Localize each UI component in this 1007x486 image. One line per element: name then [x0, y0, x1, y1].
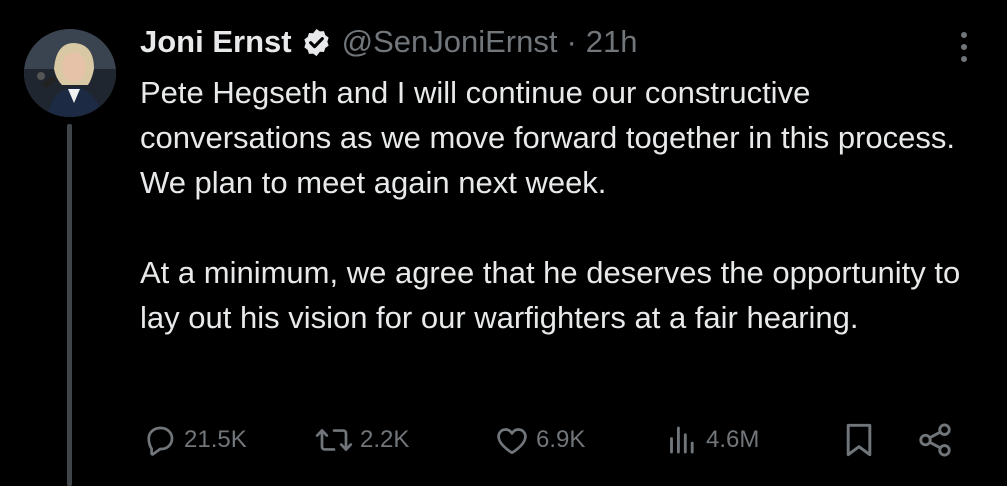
reply-count: 21.5K: [184, 426, 247, 453]
author-name[interactable]: Joni Ernst: [140, 24, 292, 60]
action-bar: 21.5K 2.2K 6.9K 4.6M: [142, 420, 972, 460]
views-icon: [670, 426, 694, 454]
like-button[interactable]: 6.9K: [494, 420, 585, 460]
repost-button[interactable]: 2.2K: [314, 420, 409, 460]
avatar-photo: [24, 29, 116, 117]
tweet-paragraph: Pete Hegseth and I will continue our con…: [140, 75, 955, 200]
like-count: 6.9K: [536, 426, 586, 453]
share-icon: [919, 423, 951, 457]
tweet-header: Joni Ernst @SenJoniErnst · 21h: [140, 18, 638, 66]
bookmark-icon: [846, 423, 872, 457]
avatar[interactable]: [24, 29, 116, 117]
share-button[interactable]: [916, 420, 954, 460]
repost-count: 2.2K: [360, 426, 410, 453]
more-options-icon[interactable]: [953, 30, 975, 64]
verified-badge-icon: [303, 28, 329, 56]
bookmark-button[interactable]: [842, 420, 876, 460]
header-separator: ·: [566, 24, 577, 59]
reply-button[interactable]: 21.5K: [142, 420, 247, 460]
views-count: 4.6M: [706, 426, 760, 453]
author-handle[interactable]: @SenJoniErnst: [342, 24, 558, 60]
views-button[interactable]: 4.6M: [664, 420, 759, 460]
tweet-paragraph: At a minimum, we agree that he deserves …: [140, 255, 961, 335]
heart-icon: [497, 428, 527, 455]
tweet-timestamp[interactable]: 21h: [586, 24, 638, 60]
thread-line: [67, 124, 72, 486]
reply-icon: [147, 426, 174, 456]
repost-icon: [315, 429, 353, 451]
tweet-text: Pete Hegseth and I will continue our con…: [140, 70, 980, 340]
